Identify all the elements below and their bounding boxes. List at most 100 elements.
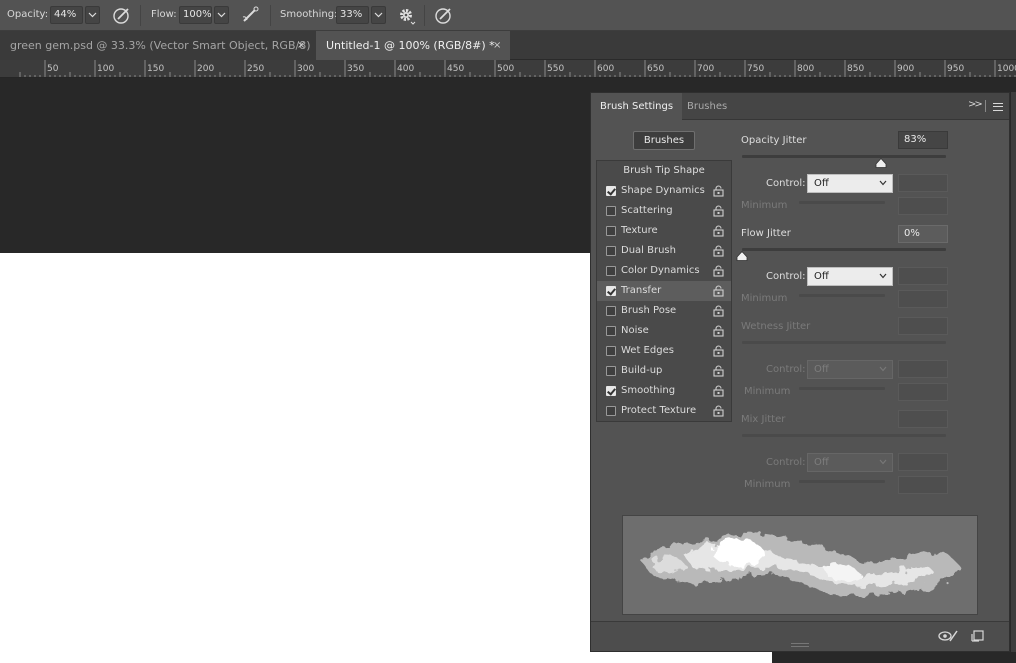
opacity-dropdown[interactable]: [85, 6, 100, 24]
lock-icon[interactable]: [713, 325, 724, 337]
smoothing-label: Smoothing:: [280, 9, 338, 20]
ruler-label: 650: [647, 64, 664, 74]
lock-icon[interactable]: [713, 365, 724, 377]
brush-tip-shape-item[interactable]: Brush Tip Shape: [597, 161, 731, 181]
tip-item-transfer[interactable]: Transfer: [597, 281, 731, 301]
checkbox[interactable]: [606, 226, 616, 236]
tip-item-color-dynamics[interactable]: Color Dynamics: [597, 261, 731, 281]
wetness-jitter-slider[interactable]: [742, 341, 946, 344]
tip-item-build-up[interactable]: Build-up: [597, 361, 731, 381]
close-icon[interactable]: ×: [297, 31, 305, 60]
tip-item-dual-brush[interactable]: Dual Brush: [597, 241, 731, 261]
lock-icon[interactable]: [713, 405, 724, 417]
opacity-input[interactable]: 44%: [50, 6, 83, 24]
slider-thumb-icon[interactable]: [875, 158, 887, 168]
checkbox[interactable]: [606, 246, 616, 256]
checkbox[interactable]: [606, 286, 616, 296]
ruler-label: 550: [547, 64, 564, 74]
tip-item-label: Smoothing: [621, 385, 676, 396]
checkbox[interactable]: [606, 306, 616, 316]
mix-control-select[interactable]: Off: [807, 453, 893, 472]
tab-brush-settings[interactable]: Brush Settings: [591, 93, 683, 120]
mix-jitter-input[interactable]: [898, 410, 948, 428]
tip-item-shape-dynamics[interactable]: Shape Dynamics: [597, 181, 731, 201]
flow-dropdown[interactable]: [214, 6, 229, 24]
brushes-button[interactable]: Brushes: [633, 131, 695, 150]
mix-minimum-slider[interactable]: [799, 480, 885, 483]
tip-item-texture[interactable]: Texture: [597, 221, 731, 241]
ruler-label: 500: [497, 64, 514, 74]
lock-icon[interactable]: [713, 285, 724, 297]
wetness-control-field[interactable]: [898, 360, 948, 378]
horizontal-ruler[interactable]: 50 100 150 200 250 300 350 400 450 500 550 600 650 70…: [0, 60, 1016, 78]
lock-icon[interactable]: [713, 265, 724, 277]
slider-thumb-icon[interactable]: [736, 251, 748, 261]
opacity-jitter-input[interactable]: 83%: [898, 131, 948, 149]
wetness-control-select[interactable]: Off: [807, 360, 893, 379]
mix-minimum-field[interactable]: [898, 476, 948, 494]
gear-icon[interactable]: [396, 5, 418, 25]
ruler-label: 50: [47, 64, 59, 74]
tip-item-protect-texture[interactable]: Protect Texture: [597, 401, 731, 421]
flow-control-select[interactable]: Off: [807, 267, 893, 286]
checkbox[interactable]: [606, 366, 616, 376]
smoothing-dropdown[interactable]: [371, 6, 386, 24]
checkbox[interactable]: [606, 186, 616, 196]
collapse-panel-icon[interactable]: >>: [968, 99, 983, 110]
checkbox[interactable]: [606, 406, 616, 416]
lock-icon[interactable]: [713, 345, 724, 357]
opacity-minimum-label: Minimum: [741, 200, 788, 211]
flow-jitter-input[interactable]: 0%: [898, 225, 948, 243]
panel-menu-icon[interactable]: [993, 103, 1003, 111]
tab-green-gem[interactable]: green gem.psd @ 33.3% (Vector Smart Obje…: [0, 31, 316, 60]
tip-item-wet-edges[interactable]: Wet Edges: [597, 341, 731, 361]
panel-resize-grip[interactable]: [791, 643, 809, 647]
flow-minimum-slider[interactable]: [799, 294, 885, 297]
tip-item-scattering[interactable]: Scattering: [597, 201, 731, 221]
opacity-minimum-field[interactable]: [898, 197, 948, 215]
lock-icon[interactable]: [713, 185, 724, 197]
flow-minimum-field[interactable]: [898, 290, 948, 308]
tab-untitled-1[interactable]: Untitled-1 @ 100% (RGB/8#) * ×: [316, 31, 510, 60]
chevron-down-icon: [879, 273, 887, 279]
checkbox[interactable]: [606, 206, 616, 216]
opacity-control-field[interactable]: [898, 174, 948, 192]
wetness-minimum-field[interactable]: [898, 383, 948, 401]
airbrush-pressure-icon[interactable]: [111, 5, 133, 25]
lock-icon[interactable]: [713, 205, 724, 217]
mix-control-field[interactable]: [898, 453, 948, 471]
tip-item-smoothing[interactable]: Smoothing: [597, 381, 731, 401]
tab-brushes[interactable]: Brushes: [687, 93, 727, 120]
flow-control-field[interactable]: [898, 267, 948, 285]
wetness-minimum-slider[interactable]: [799, 387, 885, 390]
opacity-jitter-slider[interactable]: [742, 155, 946, 158]
tip-item-noise[interactable]: Noise: [597, 321, 731, 341]
mix-jitter-slider[interactable]: [742, 434, 946, 437]
flow-input[interactable]: 100%: [179, 6, 212, 24]
lock-icon[interactable]: [713, 245, 724, 257]
size-pressure-icon[interactable]: [433, 5, 455, 25]
toggle-live-tip-preview-icon[interactable]: [937, 629, 959, 643]
lock-icon[interactable]: [713, 305, 724, 317]
toolbar-separator: [140, 5, 141, 26]
lock-icon[interactable]: [713, 385, 724, 397]
flow-label: Flow:: [151, 9, 177, 20]
airbrush-icon[interactable]: [240, 5, 262, 25]
create-new-brush-icon[interactable]: [971, 628, 985, 642]
checkbox[interactable]: [606, 386, 616, 396]
chevron-down-icon: [879, 459, 887, 465]
checkbox[interactable]: [606, 346, 616, 356]
lock-icon[interactable]: [713, 225, 724, 237]
checkbox[interactable]: [606, 266, 616, 276]
close-icon[interactable]: ×: [493, 31, 501, 60]
opacity-jitter-label: Opacity Jitter: [741, 135, 807, 146]
panel-dock-edge[interactable]: [1011, 92, 1016, 652]
opacity-control-select[interactable]: Off: [807, 174, 893, 193]
opacity-minimum-slider[interactable]: [799, 201, 885, 204]
tip-item-label: Color Dynamics: [621, 265, 700, 276]
wetness-jitter-input[interactable]: [898, 317, 948, 335]
checkbox[interactable]: [606, 326, 616, 336]
flow-jitter-slider[interactable]: [742, 248, 946, 251]
tip-item-brush-pose[interactable]: Brush Pose: [597, 301, 731, 321]
smoothing-input[interactable]: 33%: [336, 6, 369, 24]
